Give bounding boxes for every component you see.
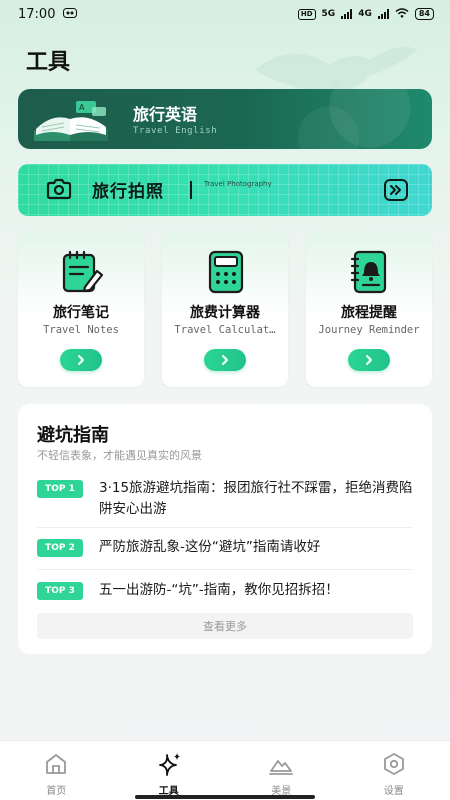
battery-icon: 84 <box>414 8 434 20</box>
travel-calculator-go-button[interactable] <box>204 349 246 371</box>
tab-tools[interactable]: 工具 <box>113 741 226 800</box>
mountain-icon <box>269 760 294 775</box>
travel-photography-subtitle: Travel Photography <box>204 180 272 188</box>
camera-icon <box>46 178 72 200</box>
network-5g-label: 5G <box>321 9 336 19</box>
guide-item-3[interactable]: TOP 3 五一出游防-“坑”-指南，教你见招拆招！ <box>37 580 413 602</box>
app-notification-icon <box>63 7 78 22</box>
tab-home[interactable]: 首页 <box>0 741 113 800</box>
travel-english-subtitle: Travel English <box>133 126 218 136</box>
tab-settings[interactable]: 设置 <box>338 741 450 800</box>
home-indicator[interactable] <box>135 795 315 799</box>
divider <box>37 569 413 570</box>
guide-item-text: 五一出游防-“坑”-指南，教你见招拆招！ <box>99 582 339 598</box>
travel-notes-go-button[interactable] <box>60 349 102 371</box>
travel-english-title: 旅行英语 <box>133 105 198 124</box>
travel-notes-card[interactable]: 旅行笔记 Travel Notes <box>18 231 144 387</box>
open-book-icon: A <box>34 101 108 141</box>
bottom-tab-bar: 首页 工具 美景 设置 <box>0 740 450 800</box>
travel-english-card[interactable]: A 旅行英语 Travel English <box>18 89 432 149</box>
settings-icon <box>383 753 404 775</box>
card-grid-pattern <box>18 164 432 216</box>
tool-name: 旅程提醒 <box>341 305 397 321</box>
tab-label: 设置 <box>383 786 404 797</box>
guide-item-text: 3·15旅游避坑指南：报团旅行社不踩雷，拒绝消费陷阱安心出游 <box>99 480 413 517</box>
status-bar: 17:00 HD 5G 4G 84 <box>0 0 450 28</box>
sparkle-icon <box>158 753 180 776</box>
rank-badge: TOP 3 <box>37 582 83 600</box>
tool-name: 旅行笔记 <box>53 305 109 321</box>
view-more-button[interactable]: 查看更多 <box>37 613 413 639</box>
chevron-right-icon <box>222 355 228 365</box>
travel-calculator-card[interactable]: 旅费计算器 Travel Calculat… <box>162 231 288 387</box>
double-chevron-right-icon[interactable] <box>384 179 408 201</box>
hd-badge: HD <box>297 8 316 20</box>
rank-badge: TOP 1 <box>37 480 83 498</box>
guide-title: 避坑指南 <box>37 425 109 446</box>
bell-notebook-icon <box>350 250 387 294</box>
guide-item-text: 严防旅游乱象-这份“避坑”指南请收好 <box>99 539 321 555</box>
guide-subtitle: 不轻信表象，才能遇见真实的风景 <box>37 449 202 462</box>
wifi-icon <box>395 7 409 21</box>
rank-badge: TOP 2 <box>37 539 83 557</box>
guide-item-1[interactable]: TOP 1 3·15旅游避坑指南：报团旅行社不踩雷，拒绝消费陷阱安心出游 <box>37 478 413 522</box>
status-time: 17:00 <box>18 6 56 22</box>
travel-photography-title: 旅行拍照 <box>92 182 164 202</box>
calculator-icon <box>208 250 244 294</box>
tool-english-name: Travel Calculat… <box>174 324 276 336</box>
travel-photography-card[interactable]: 旅行拍照 Travel Photography <box>18 164 432 216</box>
notebook-pen-icon <box>62 250 104 293</box>
journey-reminder-go-button[interactable] <box>348 349 390 371</box>
journey-reminder-card[interactable]: 旅程提醒 Journey Reminder <box>306 231 432 387</box>
network-4g-label: 4G <box>358 9 372 19</box>
tools-row: 旅行笔记 Travel Notes 旅费计算器 Travel Calculat…… <box>18 231 432 387</box>
title-divider <box>190 181 192 199</box>
svg-text:A: A <box>79 103 85 112</box>
guide-item-2[interactable]: TOP 2 严防旅游乱象-这份“避坑”指南请收好 <box>37 537 413 559</box>
tool-english-name: Travel Notes <box>43 324 119 336</box>
tab-label: 首页 <box>46 786 67 797</box>
chevron-right-icon <box>366 355 372 365</box>
signal-5g-icon <box>341 9 353 19</box>
tool-name: 旅费计算器 <box>190 305 260 321</box>
home-icon <box>46 754 67 774</box>
tab-scenery[interactable]: 美景 <box>225 741 338 800</box>
page-title: 工具 <box>26 50 71 75</box>
signal-4g-icon <box>377 9 389 19</box>
pitfall-guide-section: 避坑指南 不轻信表象，才能遇见真实的风景 TOP 1 3·15旅游避坑指南：报团… <box>18 404 432 654</box>
divider <box>37 527 413 528</box>
chevron-right-icon <box>78 355 84 365</box>
tool-english-name: Journey Reminder <box>318 324 420 336</box>
